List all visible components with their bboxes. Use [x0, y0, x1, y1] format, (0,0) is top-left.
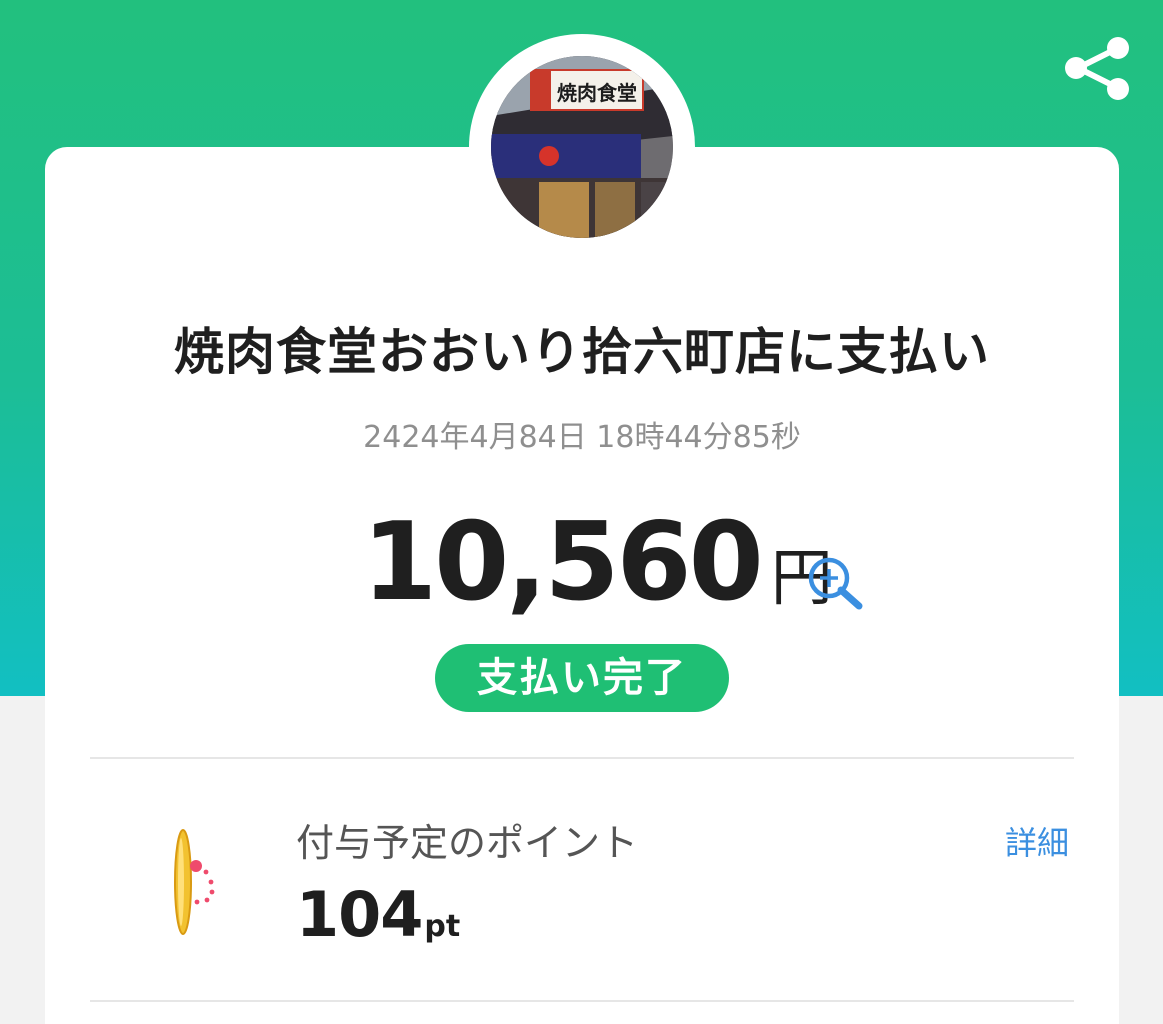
- points-coin: [165, 826, 225, 942]
- payment-status-badge: 支払い完了: [435, 644, 729, 712]
- coin-icon: [174, 829, 215, 935]
- points-value: 104: [296, 878, 423, 951]
- divider-top: [90, 757, 1074, 759]
- amount-value: 10,560: [362, 500, 764, 625]
- points-value-row: 104 pt: [296, 878, 460, 951]
- merchant-title: 焼肉食堂おおいり拾六町店に支払い: [174, 323, 990, 381]
- share-button[interactable]: [1060, 34, 1134, 102]
- payment-timestamp: 2424年4月84日 18時44分85秒: [363, 420, 801, 455]
- share-icon: [1065, 37, 1129, 100]
- points-details-link[interactable]: 詳細: [1005, 818, 1069, 864]
- merchant-avatar: 焼肉食堂: [491, 56, 673, 238]
- merchant-logo-sign: 焼肉食堂: [557, 81, 637, 105]
- divider-bottom: [90, 1000, 1074, 1002]
- zoom-in-icon: [808, 557, 863, 610]
- amount-row: 10,560 円: [362, 500, 833, 625]
- points-label: 付与予定のポイント: [296, 821, 639, 865]
- zoom-button[interactable]: [807, 556, 869, 610]
- points-unit: pt: [424, 909, 461, 944]
